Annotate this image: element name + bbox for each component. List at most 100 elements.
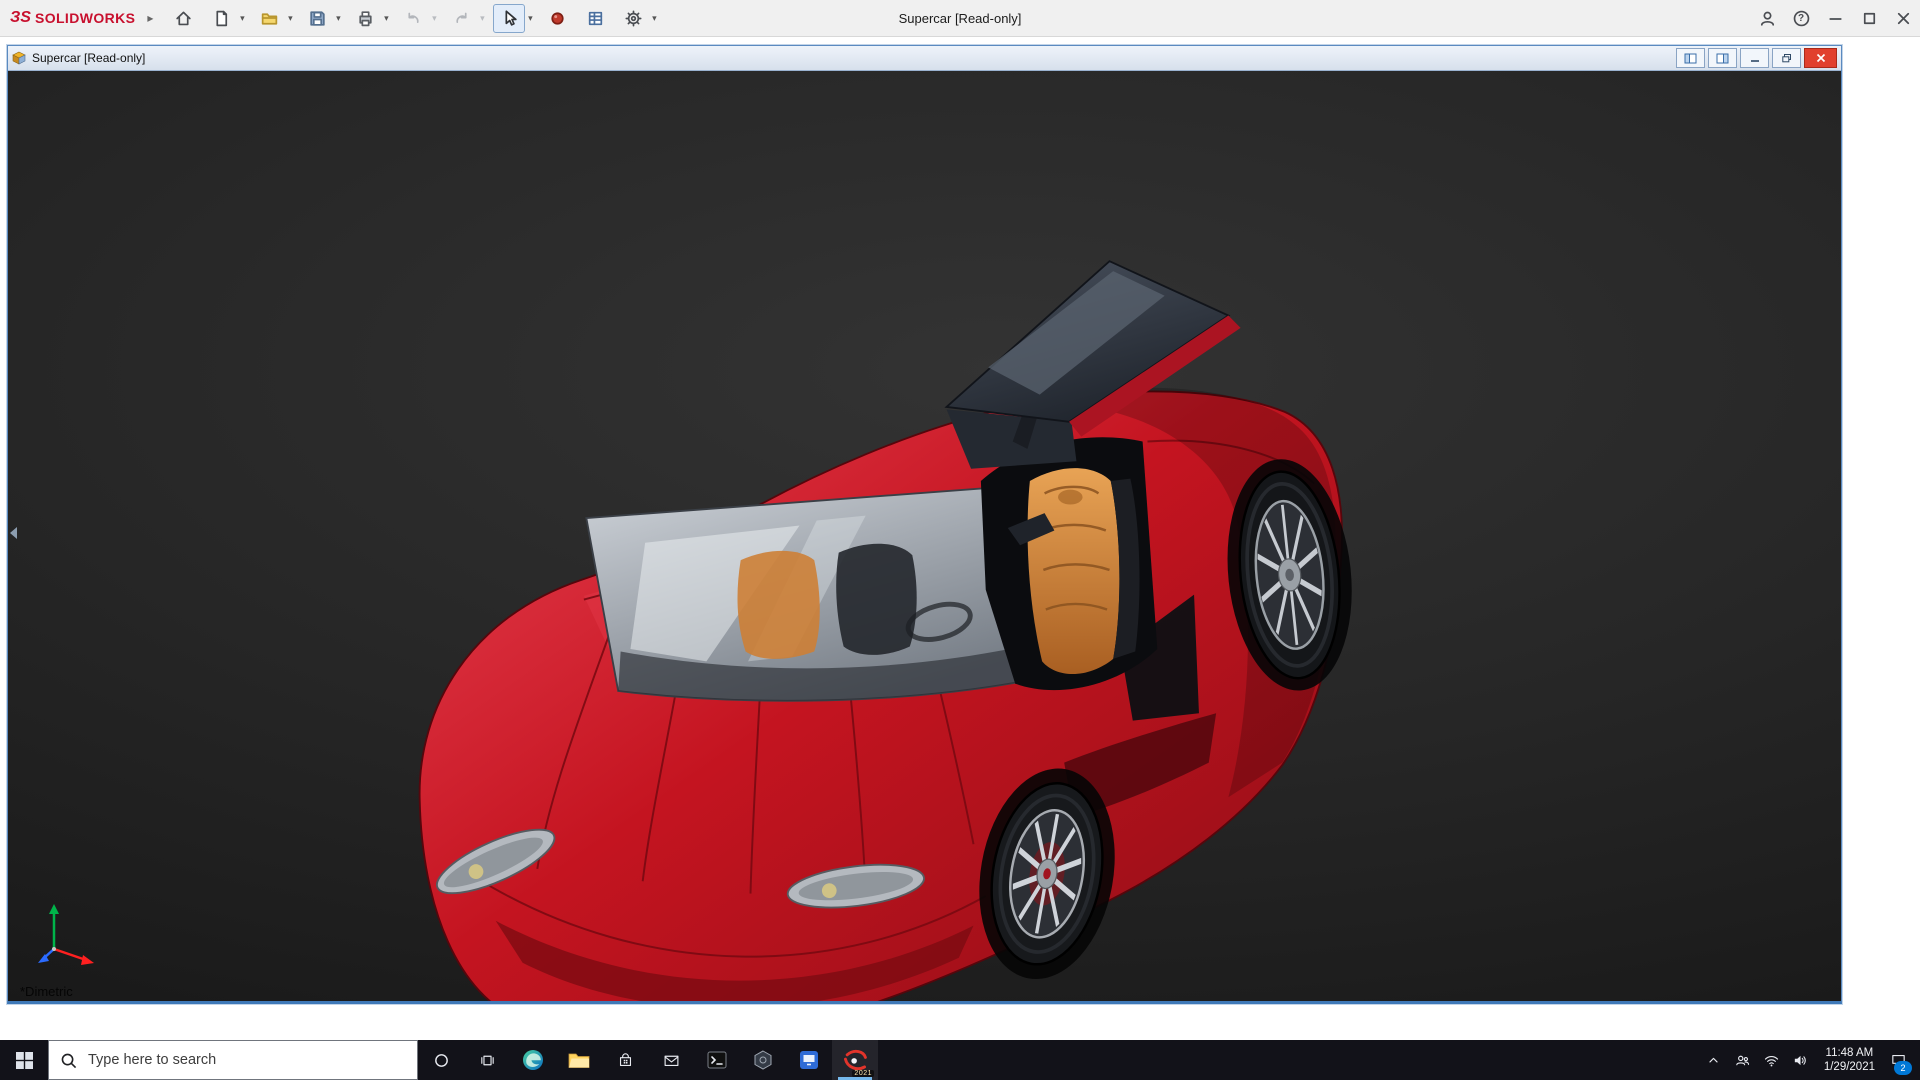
select-caret-icon[interactable]: ▾	[525, 13, 535, 24]
client-area: Supercar [Read-only]	[0, 37, 1920, 1040]
doc-restore-icon	[1781, 53, 1793, 63]
record-macro-button[interactable]	[541, 4, 573, 33]
taskbar: 2021 11:48 AM 1/29/2021 2	[0, 1040, 1920, 1080]
clock-time: 11:48 AM	[1824, 1046, 1875, 1060]
open-folder-icon	[260, 9, 279, 28]
terminal-button[interactable]	[694, 1040, 740, 1080]
design-table-button[interactable]	[579, 4, 611, 33]
hidden-icons-button[interactable]	[1699, 1040, 1728, 1080]
volume-tray-button[interactable]	[1786, 1040, 1815, 1080]
blue-tile-app-button[interactable]	[786, 1040, 832, 1080]
close-button[interactable]	[1886, 0, 1920, 36]
store-icon	[617, 1052, 634, 1069]
save-icon	[308, 9, 327, 28]
notification-badge: 2	[1894, 1061, 1912, 1075]
network-tray-button[interactable]	[1757, 1040, 1786, 1080]
people-tray-button[interactable]	[1728, 1040, 1757, 1080]
solidworks-logo: ЗS SOLIDWORKS	[10, 9, 135, 27]
mail-button[interactable]	[648, 1040, 694, 1080]
edge-icon	[521, 1048, 545, 1072]
system-tray: 11:48 AM 1/29/2021 2	[1699, 1040, 1920, 1080]
save-button[interactable]	[301, 4, 333, 33]
chevron-up-icon	[1705, 1052, 1722, 1069]
undo-button[interactable]	[397, 4, 429, 33]
undo-icon	[404, 9, 423, 28]
design-table-icon	[586, 9, 605, 28]
terminal-icon	[705, 1048, 729, 1072]
solidworks-taskbar-button[interactable]: 2021	[832, 1040, 878, 1080]
home-button[interactable]	[167, 4, 199, 33]
wifi-icon	[1763, 1052, 1780, 1069]
part-cube-icon	[12, 51, 26, 65]
maximize-button[interactable]	[1852, 0, 1886, 36]
action-center-button[interactable]: 2	[1884, 1040, 1913, 1080]
minimize-button[interactable]	[1818, 0, 1852, 36]
search-input[interactable]	[86, 1051, 406, 1069]
options-button[interactable]	[617, 4, 649, 33]
doc-restore-button[interactable]	[1772, 48, 1801, 68]
gear-icon	[624, 9, 643, 28]
blue-tile-app-icon	[797, 1048, 821, 1072]
select-button[interactable]	[493, 4, 525, 33]
help-glyph: ?	[1798, 13, 1804, 24]
mail-icon	[663, 1052, 680, 1069]
open-caret-icon[interactable]: ▾	[285, 13, 295, 24]
print-button[interactable]	[349, 4, 381, 33]
feature-tree-flyout-arrow[interactable]	[10, 527, 17, 539]
menu-flyout-arrow-icon[interactable]: ▸	[147, 11, 153, 25]
edge-button[interactable]	[510, 1040, 556, 1080]
titlebar-left: ЗS SOLIDWORKS ▸ ▾ ▾	[0, 4, 663, 33]
new-document-caret-icon[interactable]: ▾	[237, 13, 247, 24]
user-icon	[1758, 9, 1777, 28]
save-caret-icon[interactable]: ▾	[333, 13, 343, 24]
cortana-icon	[433, 1052, 450, 1069]
close-icon	[1894, 9, 1913, 28]
undo-caret-icon[interactable]: ▾	[429, 13, 439, 24]
hexagon-app-button[interactable]	[740, 1040, 786, 1080]
search-icon	[60, 1052, 77, 1069]
help-button[interactable]: ?	[1784, 0, 1818, 36]
doc-close-button[interactable]	[1804, 48, 1837, 68]
new-document-button[interactable]	[205, 4, 237, 33]
maximize-icon	[1860, 9, 1879, 28]
task-view-button[interactable]	[464, 1040, 510, 1080]
dassault-glyph: ЗS	[10, 9, 31, 27]
orientation-triad-icon	[32, 899, 104, 971]
screen: ЗS SOLIDWORKS ▸ ▾ ▾	[0, 0, 1920, 1080]
document-controls	[1673, 48, 1837, 68]
file-explorer-button[interactable]	[556, 1040, 602, 1080]
display-pane-left-button[interactable]	[1676, 48, 1705, 68]
taskbar-search[interactable]	[48, 1040, 418, 1080]
redo-caret-icon[interactable]: ▾	[477, 13, 487, 24]
clock-date: 1/29/2021	[1824, 1060, 1875, 1074]
document-titlebar[interactable]: Supercar [Read-only]	[8, 46, 1841, 71]
doc-close-icon	[1815, 53, 1827, 63]
display-pane-right-button[interactable]	[1708, 48, 1737, 68]
new-document-icon	[212, 9, 231, 28]
home-icon	[174, 9, 193, 28]
document-title: Supercar [Read-only]	[32, 51, 145, 65]
brand-text: SOLIDWORKS	[35, 10, 135, 26]
document-window: Supercar [Read-only]	[7, 45, 1842, 1004]
redo-button[interactable]	[445, 4, 477, 33]
doc-minimize-icon	[1749, 53, 1761, 63]
print-caret-icon[interactable]: ▾	[381, 13, 391, 24]
people-icon	[1734, 1052, 1751, 1069]
doc-minimize-button[interactable]	[1740, 48, 1769, 68]
account-button[interactable]	[1750, 0, 1784, 36]
supercar-3d-model[interactable]	[8, 71, 1841, 1001]
windows-logo-icon	[16, 1052, 33, 1069]
print-icon	[356, 9, 375, 28]
task-view-icon	[479, 1052, 496, 1069]
start-button[interactable]	[0, 1040, 48, 1080]
options-caret-icon[interactable]: ▾	[649, 13, 659, 24]
solidworks-year-label: 2021	[852, 1070, 874, 1077]
pane-right-icon	[1716, 53, 1729, 64]
store-button[interactable]	[602, 1040, 648, 1080]
minimize-icon	[1826, 9, 1845, 28]
graphics-viewport[interactable]: *Dimetric	[8, 71, 1841, 1001]
taskbar-clock[interactable]: 11:48 AM 1/29/2021	[1815, 1046, 1884, 1074]
cortana-button[interactable]	[418, 1040, 464, 1080]
open-button[interactable]	[253, 4, 285, 33]
speaker-icon	[1792, 1052, 1809, 1069]
